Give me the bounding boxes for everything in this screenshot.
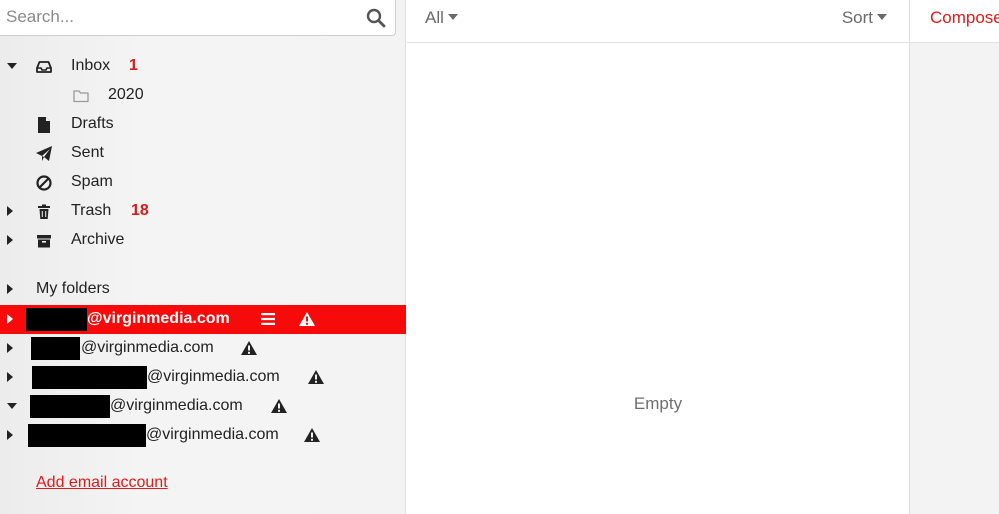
my-folders[interactable]: My folders — [0, 275, 406, 304]
filter-dropdown[interactable]: All — [425, 8, 458, 28]
folder-label: Spam — [71, 173, 113, 190]
warning-icon[interactable] — [270, 398, 288, 414]
account-row-1[interactable]: @virginmedia.com — [0, 305, 406, 334]
folder-label: Trash — [71, 202, 112, 219]
ban-icon — [36, 175, 52, 191]
folder-label: Inbox — [71, 57, 111, 74]
search-input[interactable] — [6, 4, 356, 30]
folder-label: 2020 — [108, 86, 144, 103]
paper-plane-icon — [36, 146, 52, 161]
account-email-domain: @virginmedia.com — [110, 397, 243, 414]
search-box — [0, 0, 396, 36]
filter-label: All — [425, 8, 444, 27]
account-email-domain: @virginmedia.com — [87, 310, 230, 327]
chevron-right-icon[interactable] — [4, 313, 16, 325]
message-list-pane: All Sort Empty — [407, 0, 909, 514]
redacted-username — [31, 337, 80, 360]
folder-sidebar: Inbox 1 2020 Drafts Sent Spam — [0, 0, 406, 514]
folder-drafts[interactable]: Drafts — [0, 110, 406, 139]
reading-pane-header: Compose — [910, 0, 999, 43]
sort-label: Sort — [841, 8, 873, 27]
file-icon — [38, 117, 50, 133]
compose-button[interactable]: Compose — [930, 8, 999, 28]
chevron-right-icon[interactable] — [4, 429, 16, 441]
trash-icon — [38, 204, 50, 219]
account-row-4[interactable]: @virginmedia.com — [0, 392, 406, 421]
chevron-right-icon[interactable] — [4, 234, 16, 246]
account-row-2[interactable]: @virginmedia.com — [0, 334, 406, 363]
trash-count-badge: 18 — [131, 202, 149, 219]
search-icon[interactable] — [366, 8, 386, 28]
folder-2020[interactable]: 2020 — [0, 81, 406, 110]
inbox-icon — [36, 61, 52, 73]
redacted-username — [30, 395, 110, 418]
warning-icon[interactable] — [240, 340, 258, 356]
folder-label: Drafts — [71, 115, 114, 132]
folder-label: Archive — [71, 231, 125, 248]
warning-icon[interactable] — [307, 369, 325, 385]
warning-icon[interactable] — [303, 427, 321, 443]
chevron-right-icon[interactable] — [4, 342, 16, 354]
redacted-username — [28, 424, 146, 447]
my-folders-label: My folders — [36, 280, 110, 297]
folder-spam[interactable]: Spam — [0, 168, 406, 197]
menu-icon[interactable] — [260, 312, 276, 326]
account-email-domain: @virginmedia.com — [146, 426, 279, 443]
caret-down-icon — [447, 14, 458, 21]
add-email-account-link[interactable]: Add email account — [36, 474, 168, 492]
account-email-domain: @virginmedia.com — [147, 368, 280, 385]
folder-icon — [73, 90, 89, 103]
folder-label: Sent — [71, 144, 104, 161]
chevron-right-icon[interactable] — [4, 205, 16, 217]
redacted-username — [26, 308, 87, 331]
caret-down-icon — [877, 14, 887, 21]
reading-pane: Compose — [909, 0, 999, 514]
message-list-header: All Sort — [407, 0, 909, 43]
empty-list-message: Empty — [633, 394, 683, 413]
chevron-right-icon[interactable] — [4, 283, 16, 295]
folder-inbox[interactable]: Inbox 1 — [0, 52, 406, 81]
chevron-down-icon[interactable] — [6, 400, 18, 412]
redacted-username — [32, 366, 147, 389]
account-row-3[interactable]: @virginmedia.com — [0, 363, 406, 392]
folder-sent[interactable]: Sent — [0, 139, 406, 168]
unread-count-badge: 1 — [129, 57, 138, 74]
sort-dropdown[interactable]: Sort — [842, 8, 887, 28]
archive-icon — [37, 235, 51, 248]
folder-trash[interactable]: Trash 18 — [0, 197, 406, 226]
chevron-down-icon[interactable] — [6, 60, 18, 72]
account-row-5[interactable]: @virginmedia.com — [0, 421, 406, 450]
account-email-domain: @virginmedia.com — [81, 339, 214, 356]
warning-icon[interactable] — [298, 311, 316, 327]
folder-archive[interactable]: Archive — [0, 226, 406, 255]
chevron-right-icon[interactable] — [4, 371, 16, 383]
